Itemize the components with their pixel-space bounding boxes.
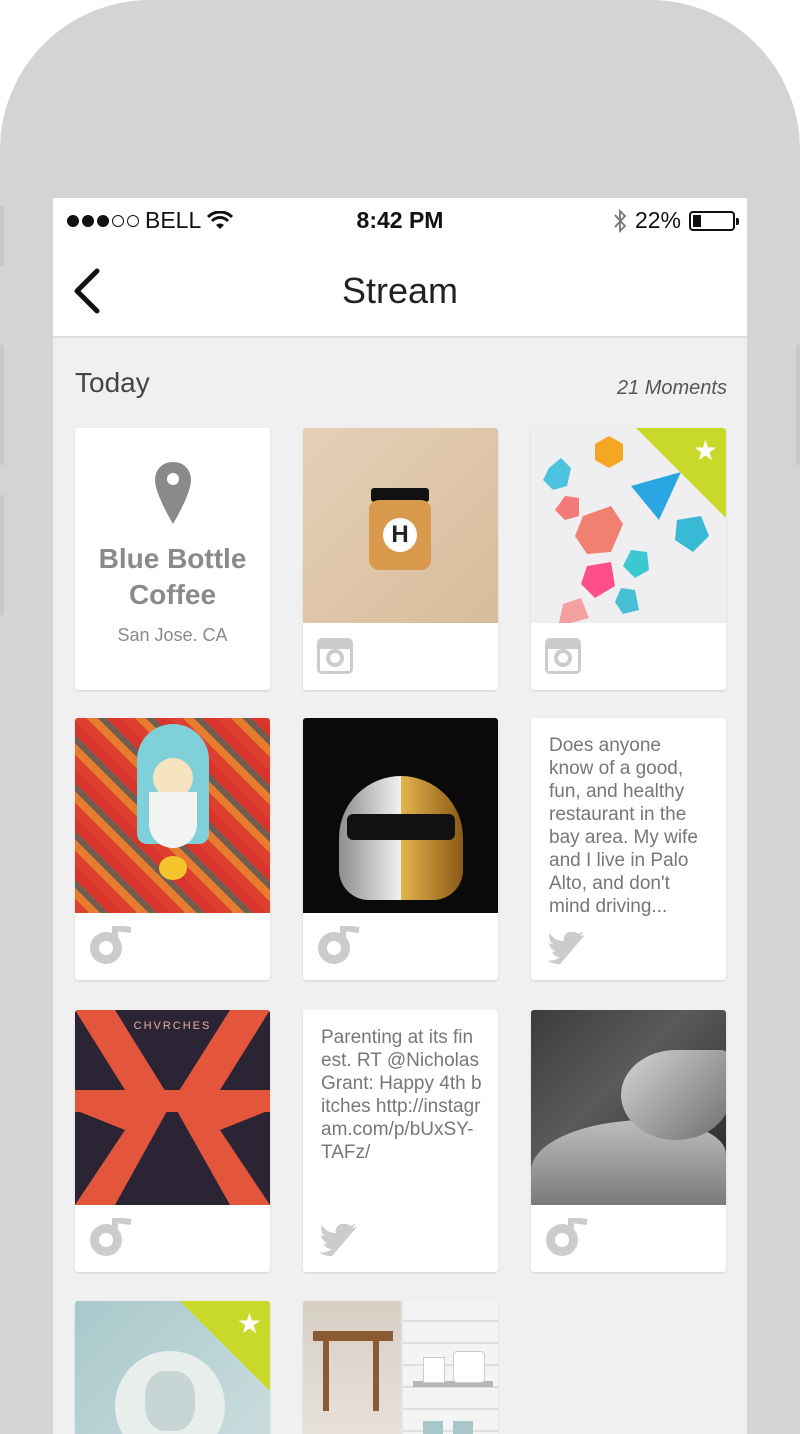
power-button <box>796 345 800 465</box>
place-location: San Jose. CA <box>117 625 228 645</box>
place-card[interactable]: Blue Bottle Coffee San Jose. CA <box>75 428 270 690</box>
map-pin-icon <box>154 462 191 524</box>
instagram-icon <box>317 638 353 674</box>
music-card[interactable] <box>531 1010 726 1272</box>
tweet-text: Does anyone know of a good, fun, and hea… <box>549 735 698 917</box>
twitter-icon <box>319 1224 358 1257</box>
chvrches-label: CHVRCHES <box>133 1020 212 1032</box>
rdio-icon <box>318 926 360 964</box>
twitter-icon <box>547 932 586 965</box>
battery-percent: 22% <box>634 207 681 233</box>
volume-down-button <box>0 495 4 615</box>
moments-count: 21 Moments <box>616 377 727 399</box>
album-art-helmet <box>303 718 498 913</box>
battery-icon <box>689 210 739 231</box>
place-name: Blue Bottle Coffee <box>98 543 247 610</box>
album-art-bw-figure <box>531 1010 726 1205</box>
bluetooth-icon <box>614 208 627 233</box>
rdio-icon <box>546 1218 588 1256</box>
instagram-card[interactable]: H <box>303 428 498 690</box>
photo-card[interactable] <box>303 1301 498 1434</box>
phone-frame: BELL 8:42 PM 22% Stream Today 21 Moments… <box>0 0 800 1434</box>
paper-gems-photo: ★ <box>531 428 726 623</box>
photo-card[interactable]: ★ <box>75 1301 270 1434</box>
status-bar: BELL 8:42 PM 22% <box>53 198 747 244</box>
chvrches-artwork <box>75 1010 270 1205</box>
navigation-bar: Stream <box>53 244 747 338</box>
rdio-icon <box>90 926 132 964</box>
app-screen: BELL 8:42 PM 22% Stream Today 21 Moments… <box>53 198 747 1434</box>
section-title: Today <box>75 367 150 398</box>
honey-jar-photo: H <box>303 428 498 623</box>
instagram-card[interactable]: ★ <box>531 428 726 690</box>
rdio-icon <box>90 1218 132 1256</box>
instagram-icon <box>545 638 581 674</box>
kitchen-shelf-photo <box>303 1301 498 1434</box>
tweet-text: Parenting at its finest. RT @NicholasGra… <box>321 1027 482 1163</box>
star-icon[interactable]: ★ <box>237 1307 262 1340</box>
tweet-card[interactable]: Does anyone know of a good, fun, and hea… <box>531 718 726 980</box>
tweet-card[interactable]: Parenting at its finest. RT @NicholasGra… <box>303 1010 498 1272</box>
music-card[interactable] <box>75 718 270 980</box>
album-art-colorful <box>75 718 270 913</box>
silent-switch <box>0 206 4 266</box>
album-art-chvrches: CHVRCHES <box>75 1010 270 1205</box>
music-card[interactable]: CHVRCHES <box>75 1010 270 1272</box>
star-icon[interactable]: ★ <box>693 434 718 467</box>
volume-up-button <box>0 345 4 465</box>
music-card[interactable] <box>303 718 498 980</box>
succulent-photo: ★ <box>75 1301 270 1434</box>
page-title: Stream <box>341 270 459 311</box>
